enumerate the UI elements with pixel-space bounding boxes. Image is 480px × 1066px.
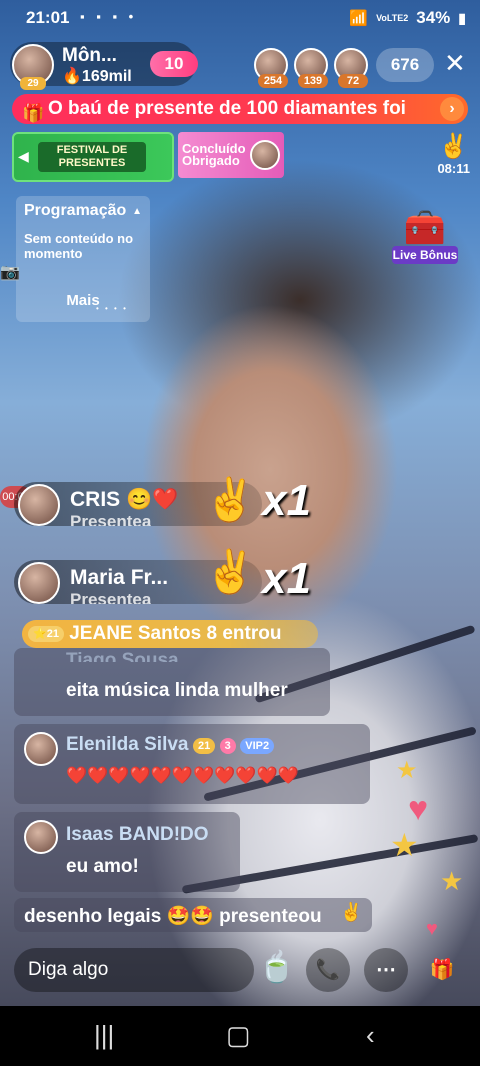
chat-text: eita música linda mulher (66, 680, 288, 701)
back-icon[interactable]: ‹ (366, 1020, 375, 1051)
call-icon[interactable]: 📞 (306, 948, 350, 992)
concluido-avatar (250, 140, 280, 170)
network-label: VoLTE2 (376, 13, 409, 23)
viewer-avatar[interactable]: 254 (254, 48, 288, 88)
host-fans-count: 169mil (81, 68, 132, 85)
gift-sender-avatar[interactable] (18, 562, 60, 604)
comment-input[interactable]: Diga algo (14, 948, 254, 992)
level-chip: 21 (192, 737, 216, 754)
viewer-count[interactable]: 676 (376, 48, 434, 82)
bottom-toolbar: Diga algo 🍵 📞 ⋯ 🎁 (0, 944, 480, 996)
festival-label: FESTIVAL DE PRESENTES (38, 142, 146, 172)
chat-message[interactable]: Tiago Sousa eita música linda mulher (14, 648, 330, 716)
caret-left-icon[interactable]: ◀ (18, 148, 29, 165)
gift-notice-text: desenho legais 🤩🤩 presenteou (24, 906, 322, 927)
host-name: Môn... (62, 45, 117, 66)
gift-notice[interactable]: desenho legais 🤩🤩 presenteou ✌️ (14, 898, 372, 932)
chat-message[interactable]: Isaas BAND!DO eu amo! (14, 812, 240, 892)
gift-sender-avatar[interactable] (18, 484, 60, 526)
live-bonus-button[interactable]: 🧰 Live Bônus (392, 210, 458, 264)
close-icon[interactable]: ✕ (444, 50, 466, 76)
potion-gift-icon[interactable]: 🍵 (258, 950, 295, 985)
system-navigation-bar: ||| ▢ ‹ (0, 1006, 480, 1066)
home-icon[interactable]: ▢ (226, 1020, 251, 1051)
chat-header: Elenilda Silva 21 3 VIP2 (66, 734, 275, 756)
host-avatar[interactable]: 29 (12, 44, 54, 90)
chat-avatar[interactable] (24, 732, 58, 766)
programacao-title: Programação (24, 202, 127, 219)
gift-icon[interactable]: 🎁 (420, 948, 464, 992)
chat-text: ❤️❤️❤️❤️❤️❤️❤️❤️❤️❤️❤️ (66, 766, 299, 785)
star-icon: ★ (440, 866, 464, 896)
entered-text: JEANE Santos 8 entrou (69, 623, 282, 644)
treasure-chest-icon: 🧰 (403, 209, 447, 247)
status-right: 📶 VoLTE2 34% ▮ (349, 8, 466, 28)
notification-icons: ▪ ▪ ▪ • (80, 9, 138, 24)
user-entered-notice: ⭐21 JEANE Santos 8 entrou (22, 620, 318, 648)
gift-sender-name: Maria Fr... (70, 566, 169, 589)
chat-username[interactable]: Tiago Sousa (66, 650, 179, 662)
gift-multiplier: x1 (262, 554, 311, 603)
user-level-chip: ⭐21 (28, 625, 64, 642)
viewer-badge: 254 (258, 74, 288, 88)
viewer-badge: 72 (338, 74, 368, 88)
heart-icon: ♥ (426, 918, 438, 940)
chat-username[interactable]: Isaas BAND!DO (66, 824, 209, 846)
chat-username[interactable]: Elenilda Silva (66, 734, 189, 755)
chat-avatar[interactable] (24, 820, 58, 854)
vip-chip: VIP2 (240, 737, 275, 754)
recent-apps-icon[interactable]: ||| (94, 1020, 114, 1051)
battery-icon: ▮ (458, 9, 466, 26)
gift-chest-banner[interactable]: 🎁 O baú de presente de 100 diamantes foi… (12, 94, 468, 124)
gift-multiplier: x1 (262, 476, 311, 525)
gift-icon: 🎁 (22, 103, 45, 123)
chevron-right-icon[interactable]: › (440, 97, 464, 121)
fan-chip: 3 (219, 737, 236, 754)
programacao-subtitle: Sem conteúdo no momento (24, 231, 134, 261)
viewer-avatar[interactable]: 139 (294, 48, 328, 88)
banner-text: O baú de presente de 100 diamantes foi (48, 98, 406, 119)
victory-hand-icon: ✌️ (340, 902, 363, 922)
battery-level: 34% (416, 8, 451, 27)
host-avatar-badge: 29 (20, 77, 46, 90)
host-level-badge[interactable]: 10 (150, 51, 198, 77)
festival-banner[interactable]: ◀ FESTIVAL DE PRESENTES • • • • (12, 132, 174, 313)
wifi-icon: 📶 (349, 10, 369, 27)
victory-gift-icon: ✌️ (204, 476, 257, 523)
host-info[interactable]: 29 Môn... 🔥169mil 10 (10, 42, 198, 90)
chat-message[interactable]: Elenilda Silva 21 3 VIP2 ❤️❤️❤️❤️❤️❤️❤️❤… (14, 724, 370, 804)
gift-row[interactable]: Maria Fr... Presentea ✌️ x1 (14, 548, 311, 604)
host-fans: 🔥169mil (62, 66, 132, 86)
star-icon: ★ (390, 827, 419, 863)
gift-sender-name: CRIS 😊❤️ (70, 488, 179, 511)
viewer-avatar[interactable]: 72 (334, 48, 368, 88)
victory-gift-widget[interactable]: ✌️ 08:11 (437, 132, 470, 176)
victory-hand-icon: ✌️ (438, 133, 469, 160)
gift-row[interactable]: CRIS 😊❤️ Presentea ✌️ x1 (14, 476, 311, 526)
flame-icon: 🔥 (62, 68, 82, 85)
gift-action: Presentea (70, 512, 152, 526)
gift-action: Presentea (70, 590, 152, 604)
concluido-card[interactable]: Concluído Obrigado (178, 132, 284, 178)
heart-icon: ♥ (408, 790, 429, 828)
status-time: 21:01 (26, 8, 70, 27)
caret-up-icon[interactable]: ▲ (132, 206, 142, 217)
status-bar: 21:01 ▪ ▪ ▪ • 📶 VoLTE2 34% ▮ (0, 0, 480, 34)
user-level: 21 (46, 627, 59, 640)
star-icon: ★ (396, 757, 418, 784)
viewer-badge: 139 (298, 74, 328, 88)
live-bonus-label: Live Bônus (392, 246, 458, 264)
more-icon[interactable]: ⋯ (364, 948, 408, 992)
widget-timer: 08:11 (437, 161, 470, 176)
victory-gift-icon: ✌️ (204, 548, 257, 595)
mais-button[interactable]: Mais (16, 292, 150, 309)
programacao-panel[interactable]: Programação ▲ Sem conteúdo no momento Ma… (16, 196, 150, 322)
camera-icon[interactable]: 📷 (0, 262, 20, 282)
chat-text: eu amo! (66, 856, 139, 877)
